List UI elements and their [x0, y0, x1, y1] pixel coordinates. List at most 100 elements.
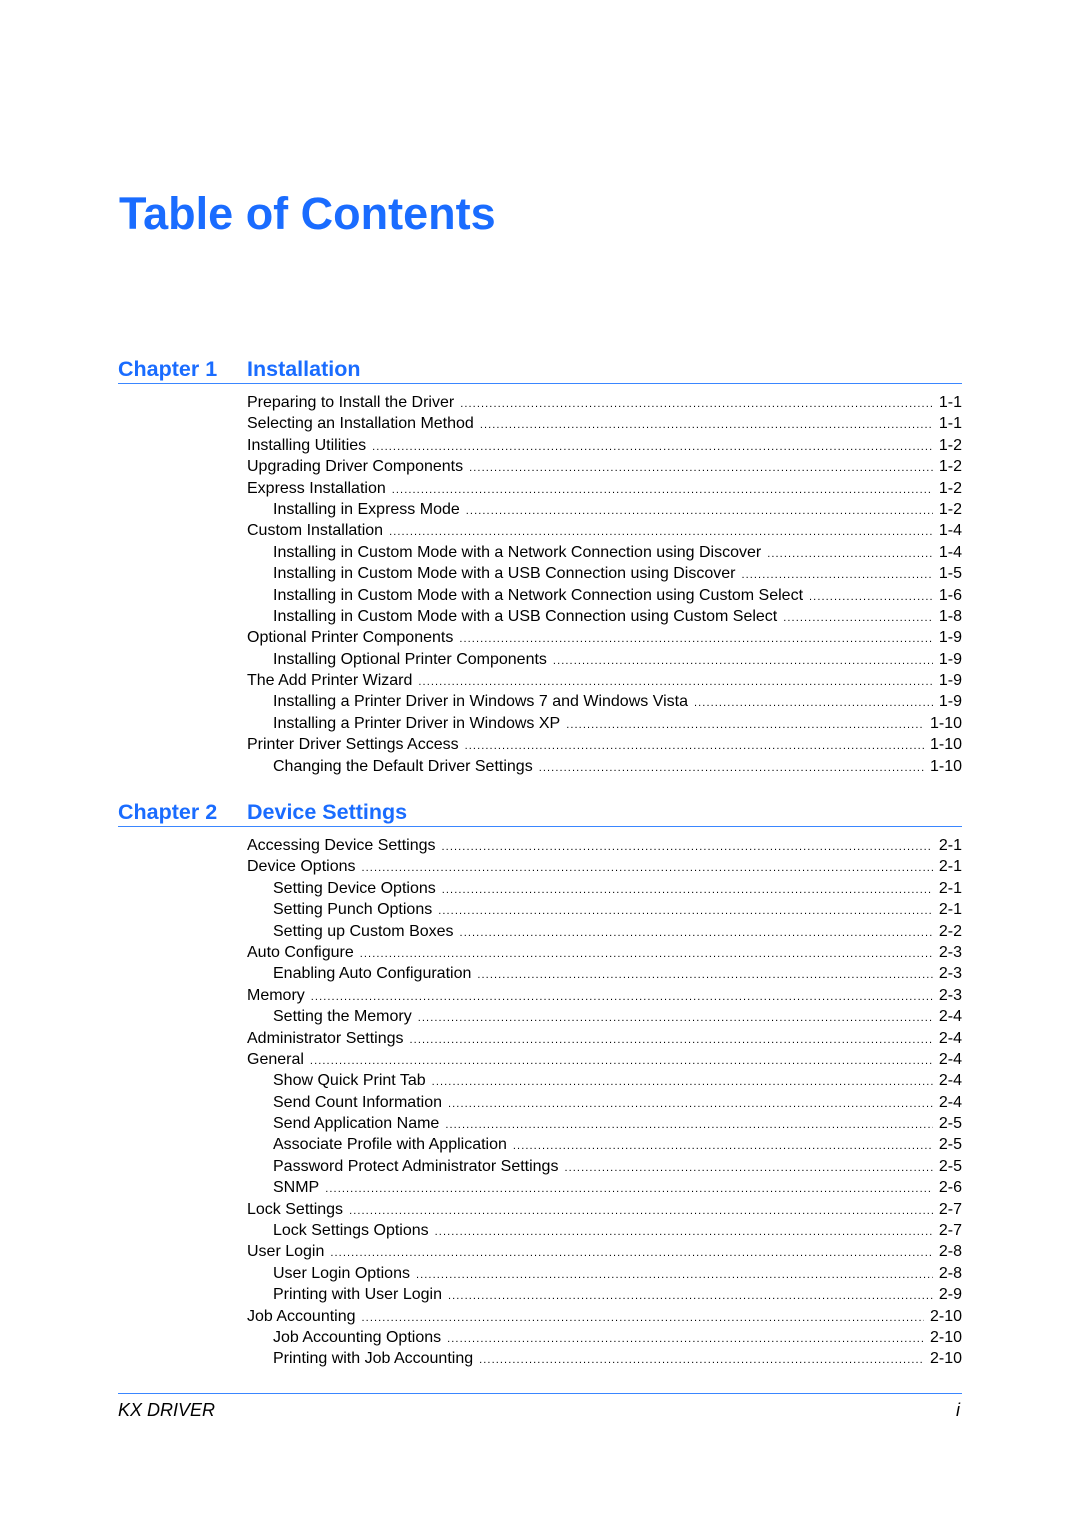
toc-entry-page[interactable]: 1-4: [939, 544, 962, 562]
toc-entry[interactable]: Installing in Custom Mode with a USB Con…: [118, 608, 962, 629]
toc-entry-page[interactable]: 2-1: [939, 858, 962, 876]
toc-entry-title[interactable]: Lock Settings Options: [273, 1222, 429, 1240]
toc-entry-page[interactable]: 2-4: [939, 1072, 962, 1090]
toc-entry-page[interactable]: 1-1: [939, 415, 962, 433]
toc-entry-title[interactable]: Accessing Device Settings: [247, 837, 436, 855]
toc-entry-page[interactable]: 2-3: [939, 987, 962, 1005]
toc-entry[interactable]: Installing Optional Printer Components..…: [118, 651, 962, 672]
toc-entry-title[interactable]: Express Installation: [247, 480, 386, 498]
toc-entry-title[interactable]: Setting Device Options: [273, 880, 436, 898]
toc-entry[interactable]: Installing in Custom Mode with a USB Con…: [118, 565, 962, 586]
toc-entry-title[interactable]: Printer Driver Settings Access: [247, 736, 459, 754]
toc-entry-page[interactable]: 2-8: [939, 1243, 962, 1261]
toc-entry-page[interactable]: 2-10: [930, 1350, 962, 1368]
toc-entry[interactable]: Device Options..........................…: [118, 858, 962, 879]
toc-entry[interactable]: Installing a Printer Driver in Windows X…: [118, 715, 962, 736]
toc-entry-title[interactable]: SNMP: [273, 1179, 319, 1197]
toc-entry-page[interactable]: 1-1: [939, 394, 962, 412]
toc-entry-title[interactable]: Installing in Custom Mode with a USB Con…: [273, 565, 735, 583]
toc-entry-title[interactable]: Installing Optional Printer Components: [273, 651, 547, 669]
toc-entry-title[interactable]: Optional Printer Components: [247, 629, 453, 647]
toc-entry-page[interactable]: 2-2: [939, 923, 962, 941]
toc-entry-title[interactable]: Memory: [247, 987, 305, 1005]
toc-entry-title[interactable]: Installing in Custom Mode with a Network…: [273, 587, 803, 605]
toc-entry-title[interactable]: Setting up Custom Boxes: [273, 923, 454, 941]
toc-entry[interactable]: Installing Utilities....................…: [118, 437, 962, 458]
toc-entry-page[interactable]: 1-2: [939, 501, 962, 519]
toc-entry-page[interactable]: 1-9: [939, 693, 962, 711]
toc-entry-title[interactable]: The Add Printer Wizard: [247, 672, 412, 690]
toc-entry-title[interactable]: Job Accounting Options: [273, 1329, 441, 1347]
toc-entry[interactable]: Send Count Information..................…: [118, 1094, 962, 1115]
toc-entry-title[interactable]: Enabling Auto Configuration: [273, 965, 471, 983]
toc-entry[interactable]: Enabling Auto Configuration.............…: [118, 965, 962, 986]
toc-entry[interactable]: Send Application Name...................…: [118, 1115, 962, 1136]
toc-entry[interactable]: Setting up Custom Boxes.................…: [118, 923, 962, 944]
toc-entry-title[interactable]: Password Protect Administrator Settings: [273, 1158, 558, 1176]
toc-entry-page[interactable]: 2-7: [939, 1222, 962, 1240]
toc-entry[interactable]: Password Protect Administrator Settings.…: [118, 1158, 962, 1179]
toc-entry-title[interactable]: Lock Settings: [247, 1201, 343, 1219]
toc-entry-page[interactable]: 2-4: [939, 1008, 962, 1026]
toc-entry-title[interactable]: Setting the Memory: [273, 1008, 412, 1026]
toc-entry-page[interactable]: 1-4: [939, 522, 962, 540]
toc-entry-title[interactable]: Selecting an Installation Method: [247, 415, 474, 433]
toc-entry-title[interactable]: Printing with Job Accounting: [273, 1350, 473, 1368]
toc-entry[interactable]: Printing with Job Accounting............…: [118, 1350, 962, 1371]
toc-entry-title[interactable]: Printing with User Login: [273, 1286, 442, 1304]
toc-entry-page[interactable]: 2-10: [930, 1308, 962, 1326]
toc-entry-page[interactable]: 2-3: [939, 944, 962, 962]
toc-entry-page[interactable]: 2-8: [939, 1265, 962, 1283]
toc-entry-title[interactable]: Upgrading Driver Components: [247, 458, 463, 476]
toc-entry-title[interactable]: Administrator Settings: [247, 1030, 404, 1048]
toc-entry-title[interactable]: Associate Profile with Application: [273, 1136, 507, 1154]
toc-entry-page[interactable]: 2-1: [939, 837, 962, 855]
toc-entry-page[interactable]: 1-2: [939, 480, 962, 498]
toc-entry-page[interactable]: 1-5: [939, 565, 962, 583]
toc-entry-page[interactable]: 2-1: [939, 880, 962, 898]
toc-entry-page[interactable]: 1-2: [939, 437, 962, 455]
toc-entry-title[interactable]: Changing the Default Driver Settings: [273, 758, 533, 776]
toc-entry-page[interactable]: 2-4: [939, 1051, 962, 1069]
toc-entry[interactable]: Installing in Express Mode..............…: [118, 501, 962, 522]
toc-entry-page[interactable]: 2-1: [939, 901, 962, 919]
toc-entry-title[interactable]: Installing in Express Mode: [273, 501, 460, 519]
toc-entry-page[interactable]: 1-9: [939, 651, 962, 669]
chapter-title[interactable]: Installation: [247, 357, 360, 382]
toc-entry[interactable]: Show Quick Print Tab....................…: [118, 1072, 962, 1093]
toc-entry[interactable]: Setting the Memory......................…: [118, 1008, 962, 1029]
toc-entry[interactable]: User Login..............................…: [118, 1243, 962, 1264]
toc-entry-page[interactable]: 2-7: [939, 1201, 962, 1219]
toc-entry-title[interactable]: Show Quick Print Tab: [273, 1072, 426, 1090]
toc-entry-title[interactable]: Auto Configure: [247, 944, 354, 962]
toc-entry[interactable]: Job Accounting Options..................…: [118, 1329, 962, 1350]
toc-entry[interactable]: Administrator Settings..................…: [118, 1030, 962, 1051]
toc-entry-title[interactable]: Installing in Custom Mode with a Network…: [273, 544, 761, 562]
toc-entry[interactable]: Setting Device Options..................…: [118, 880, 962, 901]
toc-entry-page[interactable]: 1-9: [939, 629, 962, 647]
toc-entry[interactable]: Memory..................................…: [118, 987, 962, 1008]
toc-entry-page[interactable]: 2-5: [939, 1158, 962, 1176]
toc-entry[interactable]: User Login Options......................…: [118, 1265, 962, 1286]
toc-entry[interactable]: Installing in Custom Mode with a Network…: [118, 587, 962, 608]
toc-entry-title[interactable]: User Login Options: [273, 1265, 410, 1283]
toc-entry-page[interactable]: 2-4: [939, 1030, 962, 1048]
toc-entry-page[interactable]: 1-10: [930, 715, 962, 733]
chapter-title[interactable]: Device Settings: [247, 800, 407, 825]
toc-entry-page[interactable]: 1-2: [939, 458, 962, 476]
toc-entry[interactable]: Lock Settings...........................…: [118, 1201, 962, 1222]
toc-entry-page[interactable]: 2-5: [939, 1115, 962, 1133]
toc-entry-title[interactable]: Custom Installation: [247, 522, 383, 540]
toc-entry-title[interactable]: Installing in Custom Mode with a USB Con…: [273, 608, 777, 626]
toc-entry[interactable]: Lock Settings Options...................…: [118, 1222, 962, 1243]
toc-entry-title[interactable]: Setting Punch Options: [273, 901, 432, 919]
toc-entry-title[interactable]: Installing a Printer Driver in Windows X…: [273, 715, 560, 733]
toc-entry[interactable]: Installing in Custom Mode with a Network…: [118, 544, 962, 565]
toc-entry[interactable]: Express Installation....................…: [118, 480, 962, 501]
toc-entry[interactable]: Job Accounting..........................…: [118, 1308, 962, 1329]
toc-entry[interactable]: Accessing Device Settings...............…: [118, 837, 962, 858]
toc-entry-page[interactable]: 1-9: [939, 672, 962, 690]
toc-entry-page[interactable]: 2-5: [939, 1136, 962, 1154]
toc-entry-page[interactable]: 1-10: [930, 758, 962, 776]
toc-entry-title[interactable]: Device Options: [247, 858, 356, 876]
